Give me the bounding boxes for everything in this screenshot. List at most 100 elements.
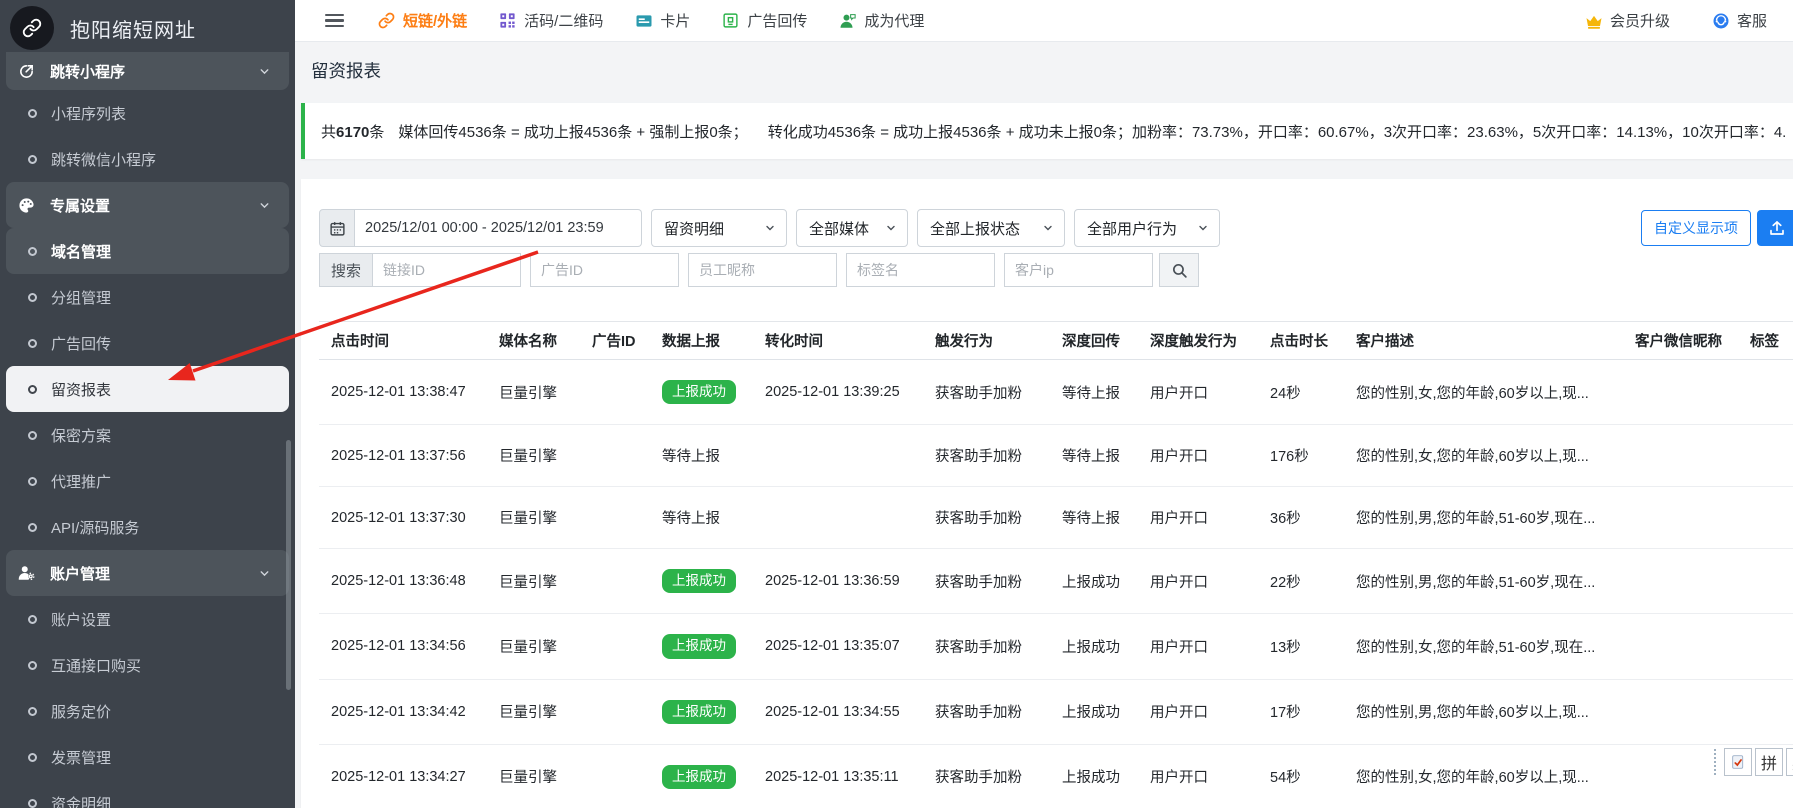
cell-desc: 您的性别,女,您的年龄,60岁以上,现... <box>1344 425 1623 487</box>
sidebar-section-label: 账户管理 <box>50 563 110 584</box>
summary-text: 共6170条媒体回传4536条 = 成功上报4536条 + 强制上报0条；转化成… <box>321 121 1786 142</box>
search-icon <box>1171 262 1188 279</box>
bullet-icon <box>28 339 37 348</box>
sidebar-item-agent-promotion[interactable]: 代理推广 <box>6 458 289 504</box>
sidebar-item-service-pricing[interactable]: 服务定价 <box>6 688 289 734</box>
sidebar-item-lead-report[interactable]: 留资报表 <box>6 366 289 412</box>
cell-conv-time: 2025-12-01 13:34:55 <box>753 679 923 744</box>
nav-item-live-qr[interactable]: 活码/二维码 <box>499 10 603 31</box>
export-button[interactable] <box>1757 210 1793 246</box>
report-success-badge: 上报成功 <box>662 765 736 789</box>
media-select[interactable]: 全部媒体 <box>796 209 908 247</box>
cell-deep-report: 等待上报 <box>1050 360 1138 425</box>
cell-trigger: 获客助手加粉 <box>923 360 1050 425</box>
nav-item-customer-service[interactable]: 客服 <box>1712 10 1767 31</box>
nav-item-member-upgrade[interactable]: 会员升级 <box>1585 10 1670 31</box>
sidebar-item-group-management[interactable]: 分组管理 <box>6 274 289 320</box>
main-content: 留资报表 共6170条媒体回传4536条 = 成功上报4536条 + 强制上报0… <box>295 0 1793 808</box>
report-success-badge: 上报成功 <box>662 380 736 404</box>
bullet-icon <box>28 799 37 808</box>
table-row: 2025-12-01 13:34:56巨量引擎上报成功2025-12-01 13… <box>319 614 1793 679</box>
bullet-icon <box>28 431 37 440</box>
sidebar-item-api-source-service[interactable]: API/源码服务 <box>6 504 289 550</box>
sidebar-item-label: 代理推广 <box>51 471 111 492</box>
cell-click-time: 2025-12-01 13:34:42 <box>319 679 487 744</box>
customer-service-icon <box>1712 12 1730 30</box>
filter-row: 留资明细 全部媒体 全部上报状态 全部用户行为 自定义显示项 <box>319 209 1793 247</box>
cell-ad-id <box>580 549 650 614</box>
sidebar-item-domain-management[interactable]: 域名管理 <box>6 228 289 274</box>
sidebar-item-ad-callback[interactable]: 广告回传 <box>6 320 289 366</box>
user-behavior-select[interactable]: 全部用户行为 <box>1074 209 1220 247</box>
search-label: 搜索 <box>319 253 372 287</box>
report-type-select[interactable]: 留资明细 <box>651 209 787 247</box>
nav-item-short-link[interactable]: 短链/外链 <box>378 10 467 31</box>
calendar-button[interactable] <box>319 209 355 247</box>
cell-duration: 22秒 <box>1258 549 1344 614</box>
link-id-input[interactable] <box>372 253 521 287</box>
sidebar-item-interop-api-purchase[interactable]: 互通接口购买 <box>6 642 289 688</box>
cell-deep-report: 上报成功 <box>1050 744 1138 808</box>
sidebar-section-jump-miniprogram[interactable]: 跳转小程序 <box>6 52 289 90</box>
table-row: 2025-12-01 13:37:56巨量引擎等待上报获客助手加粉等待上报用户开… <box>319 425 1793 487</box>
nav-item-ad-callback[interactable]: 广告回传 <box>722 10 807 31</box>
customer-ip-input[interactable] <box>1004 253 1153 287</box>
customize-columns-button[interactable]: 自定义显示项 <box>1641 210 1751 246</box>
cell-trigger: 获客助手加粉 <box>923 425 1050 487</box>
agent-person-icon <box>839 12 857 30</box>
sidebar-item-miniprogram-list[interactable]: 小程序列表 <box>6 90 289 136</box>
sidebar-item-funds-detail[interactable]: 资金明细 <box>6 780 289 808</box>
cell-duration: 24秒 <box>1258 360 1344 425</box>
report-status-select[interactable]: 全部上报状态 <box>917 209 1065 247</box>
ime-pinyin-toggle[interactable]: 拼 <box>1755 748 1783 776</box>
sidebar-item-jump-wechat-miniprogram[interactable]: 跳转微信小程序 <box>6 136 289 182</box>
sidebar-item-invoice-management[interactable]: 发票管理 <box>6 734 289 780</box>
cell-ad-id <box>580 360 650 425</box>
bullet-icon <box>28 753 37 762</box>
ime-drag-handle[interactable] <box>1714 749 1716 775</box>
nav-item-label: 会员升级 <box>1610 10 1670 31</box>
nav-item-become-agent[interactable]: 成为代理 <box>839 10 924 31</box>
chevron-down-icon <box>1197 222 1209 234</box>
cell-report: 上报成功 <box>650 679 753 744</box>
ime-notepad-icon[interactable] <box>1724 748 1752 776</box>
cell-ad-id <box>580 425 650 487</box>
staff-nickname-input[interactable] <box>688 253 837 287</box>
cell-desc: 您的性别,男,您的年龄,51-60岁,现在... <box>1344 487 1623 549</box>
select-value: 留资明细 <box>664 218 724 239</box>
cell-media: 巨量引擎 <box>487 614 580 679</box>
sidebar-section-account-management[interactable]: 账户管理 <box>6 550 289 596</box>
bullet-icon <box>28 385 37 394</box>
sidebar-item-label: 小程序列表 <box>51 103 126 124</box>
sidebar-item-privacy-plan[interactable]: 保密方案 <box>6 412 289 458</box>
menu-toggle-icon[interactable] <box>325 14 344 27</box>
nav-item-card[interactable]: 卡片 <box>635 10 690 31</box>
qr-code-icon <box>499 12 517 30</box>
cell-deep-trigger: 用户开口 <box>1138 487 1258 549</box>
upload-icon <box>1768 219 1786 237</box>
date-range-input[interactable] <box>355 209 642 247</box>
cell-conv-time: 2025-12-01 13:35:07 <box>753 614 923 679</box>
ime-english-toggle[interactable]: 英 <box>1786 748 1793 776</box>
cell-click-time: 2025-12-01 13:36:48 <box>319 549 487 614</box>
bullet-icon <box>28 615 37 624</box>
cell-click-time: 2025-12-01 13:37:56 <box>319 425 487 487</box>
bullet-icon <box>28 293 37 302</box>
col-click-time: 点击时间 <box>319 322 487 360</box>
ad-id-input[interactable] <box>530 253 679 287</box>
sidebar-item-label: 保密方案 <box>51 425 111 446</box>
report-card: 留资明细 全部媒体 全部上报状态 全部用户行为 自定义显示项 <box>301 179 1793 808</box>
sidebar-item-account-settings[interactable]: 账户设置 <box>6 596 289 642</box>
cell-deep-trigger: 用户开口 <box>1138 425 1258 487</box>
sidebar-item-label: 资金明细 <box>51 793 111 808</box>
sidebar-scrollbar[interactable] <box>286 440 291 690</box>
search-button[interactable] <box>1159 253 1199 287</box>
sidebar-item-label: 留资报表 <box>51 379 111 400</box>
cell-report: 上报成功 <box>650 360 753 425</box>
bullet-icon <box>28 155 37 164</box>
tag-name-input[interactable] <box>846 253 995 287</box>
sidebar-section-exclusive-settings[interactable]: 专属设置 <box>6 182 289 228</box>
ime-toolbar[interactable]: 拼 英 <box>1714 748 1793 776</box>
sidebar-item-label: 广告回传 <box>51 333 111 354</box>
cell-ad-id <box>580 744 650 808</box>
